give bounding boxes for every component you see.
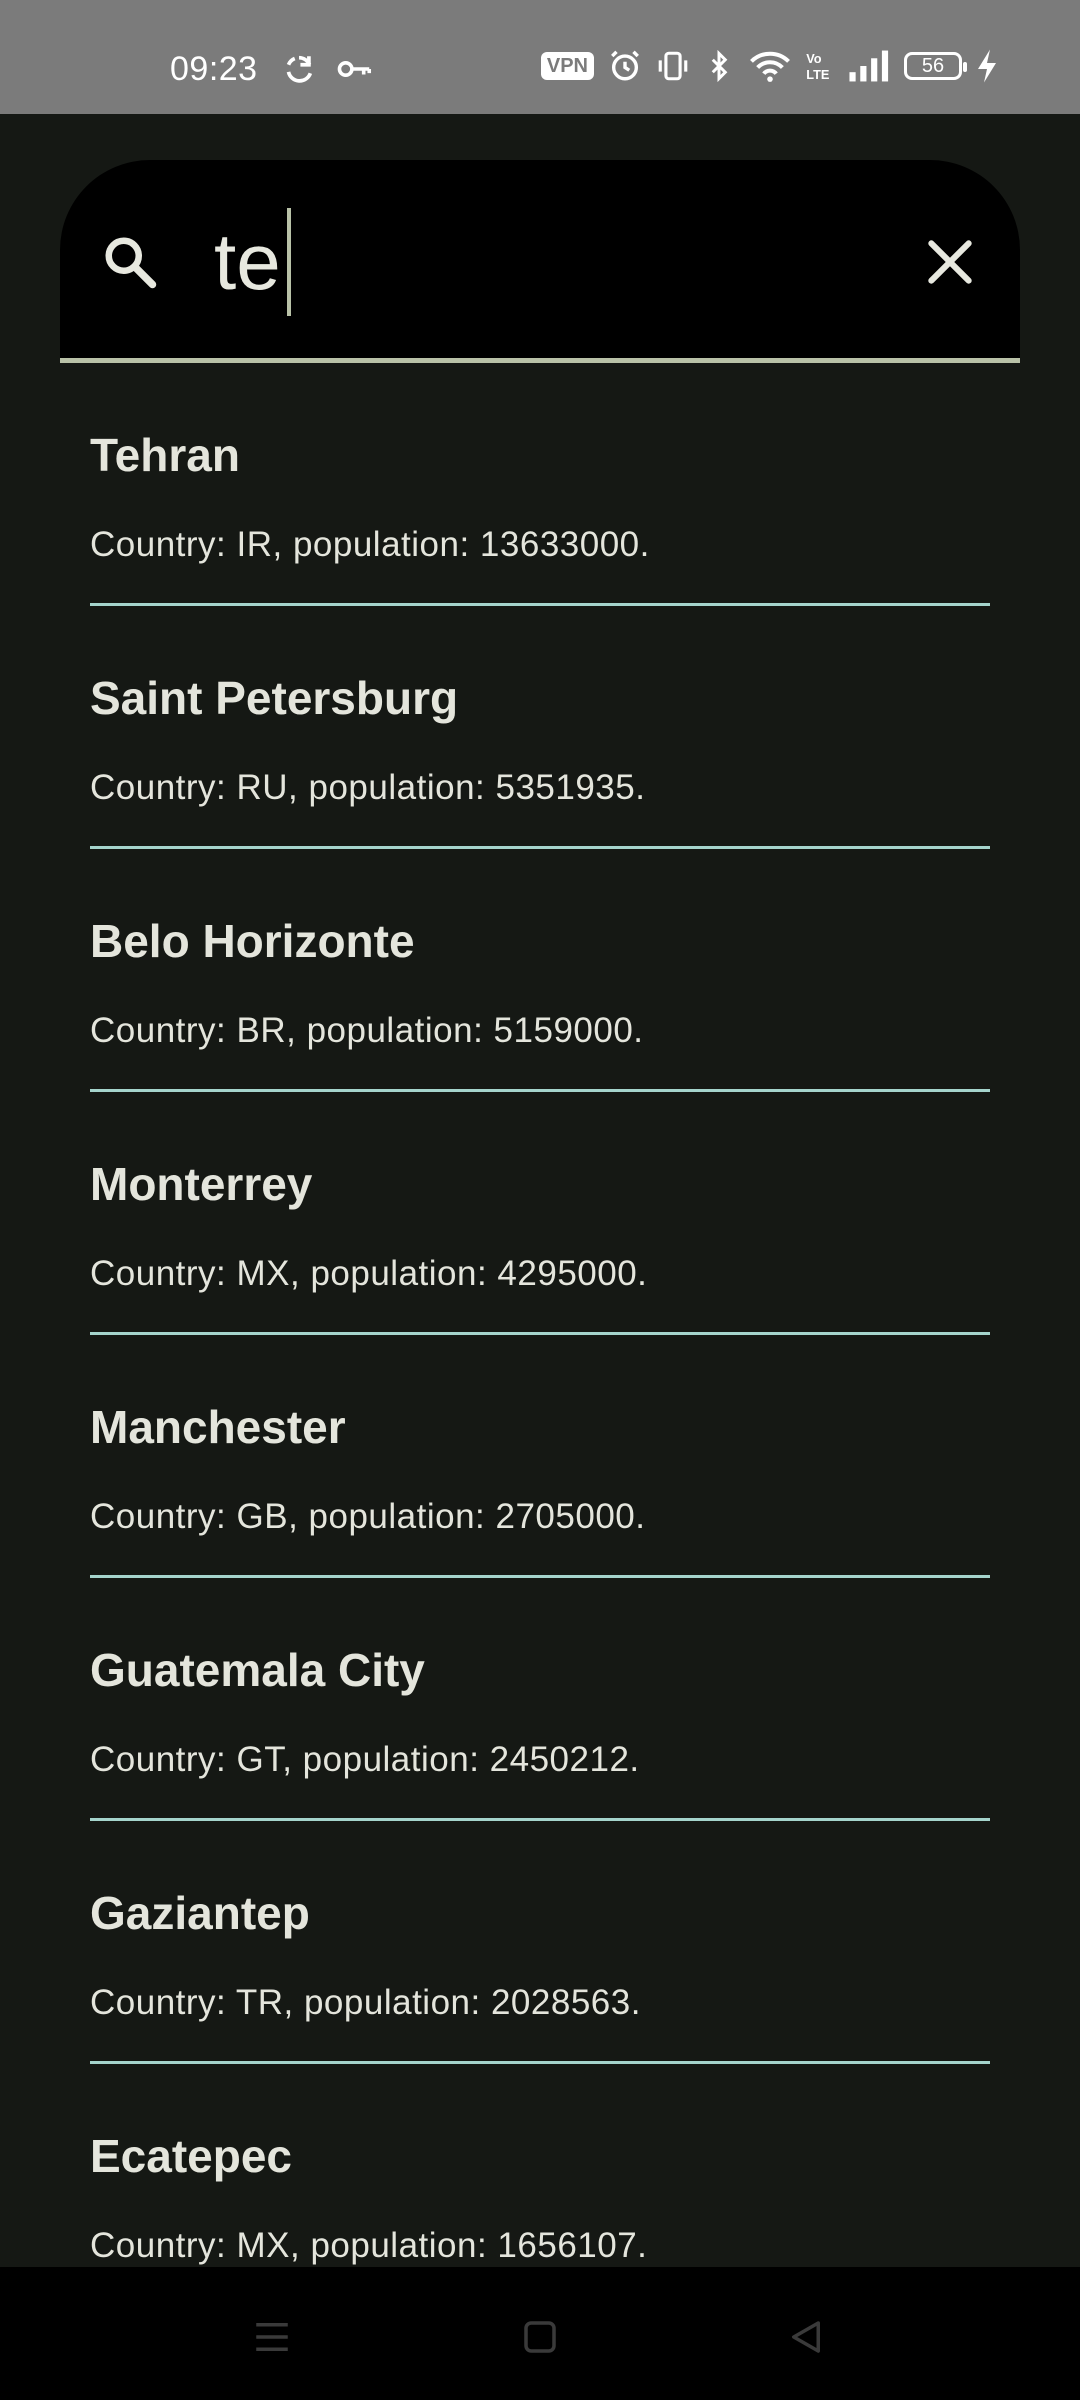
vibrate-icon xyxy=(658,51,688,81)
status-right-icons: VPN Vo LTE 56 xyxy=(540,48,998,84)
volte-icon: Vo LTE xyxy=(806,51,829,82)
key-icon xyxy=(337,60,372,78)
bluetooth-icon xyxy=(711,49,728,83)
navigation-bar xyxy=(0,2267,1080,2400)
back-icon xyxy=(792,2321,820,2353)
battery-icon: 56 xyxy=(904,52,967,80)
list-item[interactable]: Belo Horizonte Country: BR, population: … xyxy=(90,849,990,1092)
home-button[interactable] xyxy=(500,2297,580,2377)
city-name: Guatemala City xyxy=(90,1644,425,1696)
list-item[interactable]: Saint Petersburg Country: RU, population… xyxy=(90,606,990,849)
city-name: Monterrey xyxy=(90,1158,313,1210)
svg-text:LTE: LTE xyxy=(806,67,829,82)
results-list[interactable]: Tehran Country: IR, population: 13633000… xyxy=(0,363,1080,2267)
sync-icon xyxy=(286,55,313,83)
status-time: 09:23 xyxy=(170,50,258,88)
city-detail: Country: MX, population: 1656107. xyxy=(90,2226,648,2265)
city-detail: Country: MX, population: 4295000. xyxy=(90,1254,648,1293)
city-detail: Country: GB, population: 2705000. xyxy=(90,1497,646,1536)
list-item[interactable]: Monterrey Country: MX, population: 42950… xyxy=(90,1092,990,1335)
close-icon[interactable] xyxy=(922,234,978,290)
city-detail: Country: GT, population: 2450212. xyxy=(90,1740,640,1779)
back-button[interactable] xyxy=(766,2297,846,2377)
status-left-icons xyxy=(282,52,372,86)
battery-level: 56 xyxy=(921,54,945,77)
svg-text:Vo: Vo xyxy=(806,51,822,66)
home-icon xyxy=(524,2321,556,2353)
city-detail: Country: BR, population: 5159000. xyxy=(90,1011,644,1050)
list-item[interactable]: Guatemala City Country: GT, population: … xyxy=(90,1578,990,1821)
city-detail: Country: IR, population: 13633000. xyxy=(90,525,650,564)
list-item[interactable]: Ecatepec Country: MX, population: 165610… xyxy=(90,2064,990,2267)
vpn-icon: VPN xyxy=(540,52,594,80)
text-cursor xyxy=(287,208,291,316)
list-item[interactable]: Tehran Country: IR, population: 13633000… xyxy=(90,363,990,606)
search-bar[interactable] xyxy=(60,160,1020,362)
menu-icon xyxy=(256,2323,288,2351)
city-name: Gaziantep xyxy=(90,1887,310,1939)
list-item[interactable]: Gaziantep Country: TR, population: 20285… xyxy=(90,1821,990,2064)
city-detail: Country: TR, population: 2028563. xyxy=(90,1983,641,2022)
charging-icon xyxy=(978,49,996,83)
status-bar: 09:23 VPN Vo LTE 56 xyxy=(0,0,1080,114)
signal-icon xyxy=(849,50,889,82)
list-item[interactable]: Manchester Country: GB, population: 2705… xyxy=(90,1335,990,1578)
menu-button[interactable] xyxy=(232,2297,312,2377)
wifi-icon xyxy=(750,51,790,82)
search-input[interactable]: te xyxy=(214,212,281,312)
city-name: Tehran xyxy=(90,429,240,481)
city-name: Belo Horizonte xyxy=(90,915,415,967)
search-icon[interactable] xyxy=(100,232,160,292)
city-name: Saint Petersburg xyxy=(90,672,459,724)
city-name: Ecatepec xyxy=(90,2130,293,2182)
city-name: Manchester xyxy=(90,1401,346,1453)
alarm-icon xyxy=(611,50,639,81)
city-detail: Country: RU, population: 5351935. xyxy=(90,768,646,807)
